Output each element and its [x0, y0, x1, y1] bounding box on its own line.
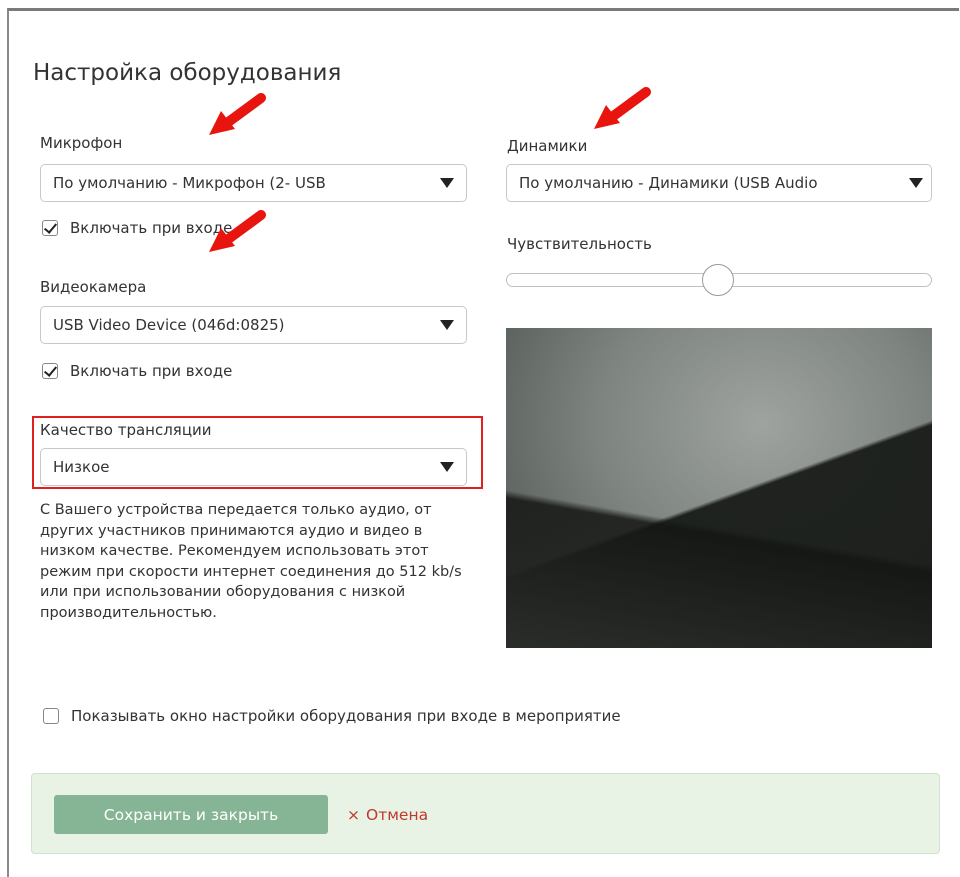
- microphone-label: Микрофон: [40, 134, 123, 152]
- camera-enable-label: Включать при входе: [70, 362, 233, 380]
- checkbox-checked-icon[interactable]: [42, 220, 58, 236]
- chevron-down-icon: [440, 462, 454, 472]
- quality-select-value: Низкое: [53, 458, 110, 476]
- chevron-down-icon: [440, 178, 454, 188]
- annotation-arrow-icon: [594, 87, 651, 129]
- video-preview: [506, 328, 932, 648]
- video-preview-shadow: [506, 328, 932, 648]
- show-settings-label: Показывать окно настройки оборудования п…: [71, 707, 621, 725]
- sensitivity-slider-thumb[interactable]: [702, 264, 734, 296]
- cancel-button[interactable]: × Отмена: [347, 806, 428, 824]
- chevron-down-icon: [440, 320, 454, 330]
- quality-select[interactable]: Низкое: [40, 448, 467, 486]
- quality-description: С Вашего устройства передается только ау…: [40, 502, 462, 621]
- show-settings-checkbox[interactable]: Показывать окно настройки оборудования п…: [43, 707, 621, 725]
- save-and-close-button[interactable]: Сохранить и закрыть: [54, 795, 328, 834]
- cancel-label: Отмена: [366, 806, 429, 824]
- speakers-label: Динамики: [507, 137, 588, 155]
- microphone-select[interactable]: По умолчанию - Микрофон (2- USB: [40, 164, 467, 202]
- sensitivity-label: Чувствительность: [507, 235, 652, 253]
- camera-select[interactable]: USB Video Device (046d:0825): [40, 306, 467, 344]
- chevron-down-icon: [909, 178, 923, 188]
- camera-label: Видеокамера: [40, 278, 147, 296]
- checkbox-unchecked-icon[interactable]: [43, 708, 59, 724]
- camera-enable-checkbox[interactable]: Включать при входе: [42, 362, 232, 380]
- annotation-arrow-icon: [209, 93, 266, 135]
- speakers-select[interactable]: По умолчанию - Динамики (USB Audio: [506, 164, 932, 202]
- microphone-enable-checkbox[interactable]: Включать при входе: [42, 219, 232, 237]
- microphone-select-value: По умолчанию - Микрофон (2- USB: [53, 174, 326, 192]
- close-icon: ×: [347, 806, 360, 824]
- speakers-select-value: По умолчанию - Динамики (USB Audio: [519, 174, 818, 192]
- checkbox-checked-icon[interactable]: [42, 363, 58, 379]
- camera-select-value: USB Video Device (046d:0825): [53, 316, 285, 334]
- quality-label: Качество трансляции: [40, 421, 212, 439]
- annotation-arrow-icon: [209, 210, 266, 252]
- dialog-title: Настройка оборудования: [33, 60, 342, 86]
